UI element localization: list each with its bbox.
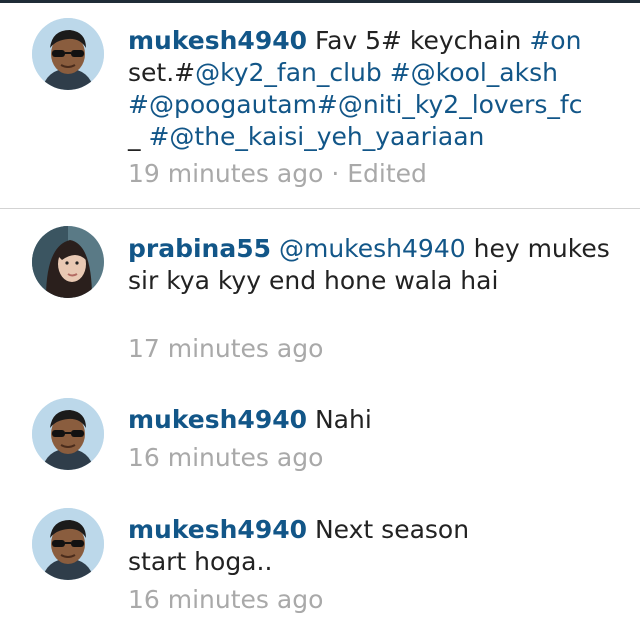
comment-meta: 16 minutes ago [128, 584, 323, 616]
edited-label: Edited [347, 159, 427, 188]
comment-username[interactable]: mukesh4940 [128, 515, 307, 544]
comment-text: prabina55 @mukesh4940 hey mukes sir kya … [128, 233, 628, 297]
user-avatar[interactable] [32, 18, 104, 90]
mention-link[interactable]: #@the_kaisi_yeh_yaariaan [148, 122, 484, 151]
comment-timestamp: 16 minutes ago [128, 585, 324, 614]
comment-timestamp: 16 minutes ago [128, 443, 324, 472]
comment-username[interactable]: mukesh4940 [128, 26, 307, 55]
mention-link[interactable]: #@poogautam#@niti_ky2_lovers_fc [128, 90, 582, 119]
comment-username[interactable]: mukesh4940 [128, 405, 307, 434]
mention-link[interactable]: #@kool_aksh [390, 58, 558, 87]
comment-timestamp: 17 minutes ago [128, 334, 324, 363]
comment-item: mukesh4940 Next season start hoga.. 16 m… [0, 490, 640, 640]
comment-text: mukesh4940 Fav 5# keychain #on set.#@ky2_… [128, 25, 628, 153]
comment-body-text: set.# [128, 58, 196, 87]
comment-meta: 19 minutes ago · Edited [128, 158, 427, 190]
comment-meta: 17 minutes ago [128, 333, 323, 365]
hashtag-link[interactable]: #on [529, 26, 581, 55]
comment-body-text: Fav 5# keychain [307, 26, 530, 55]
comment-text: mukesh4940 Nahi [128, 404, 628, 436]
mention-link[interactable]: @ky2_fan_club [195, 58, 382, 87]
man-with-sunglasses-icon [32, 508, 104, 580]
man-with-sunglasses-icon [32, 398, 104, 470]
user-avatar[interactable] [32, 226, 104, 298]
comment-body-text: _ [128, 122, 149, 151]
comment-username[interactable]: prabina55 [128, 234, 271, 263]
user-avatar[interactable] [32, 398, 104, 470]
meta-separator: · [323, 159, 348, 188]
user-avatar[interactable] [32, 508, 104, 580]
mention-link[interactable]: @mukesh4940 [279, 234, 466, 263]
man-with-sunglasses-icon [32, 18, 104, 90]
comment-meta: 16 minutes ago [128, 442, 323, 474]
comment-text: mukesh4940 Next season start hoga.. [128, 514, 528, 578]
comment-item: prabina55 @mukesh4940 hey mukes sir kya … [0, 209, 640, 379]
comment-body-text [382, 58, 390, 87]
comment-body-text [271, 234, 279, 263]
comment-timestamp: 19 minutes ago [128, 159, 324, 188]
comment-body-text: Nahi [307, 405, 372, 434]
comment-item: mukesh4940 Nahi 16 minutes ago [0, 380, 640, 490]
comment-item: mukesh4940 Fav 5# keychain #on set.#@ky2_… [0, 0, 640, 208]
woman-portrait-icon [32, 226, 104, 298]
